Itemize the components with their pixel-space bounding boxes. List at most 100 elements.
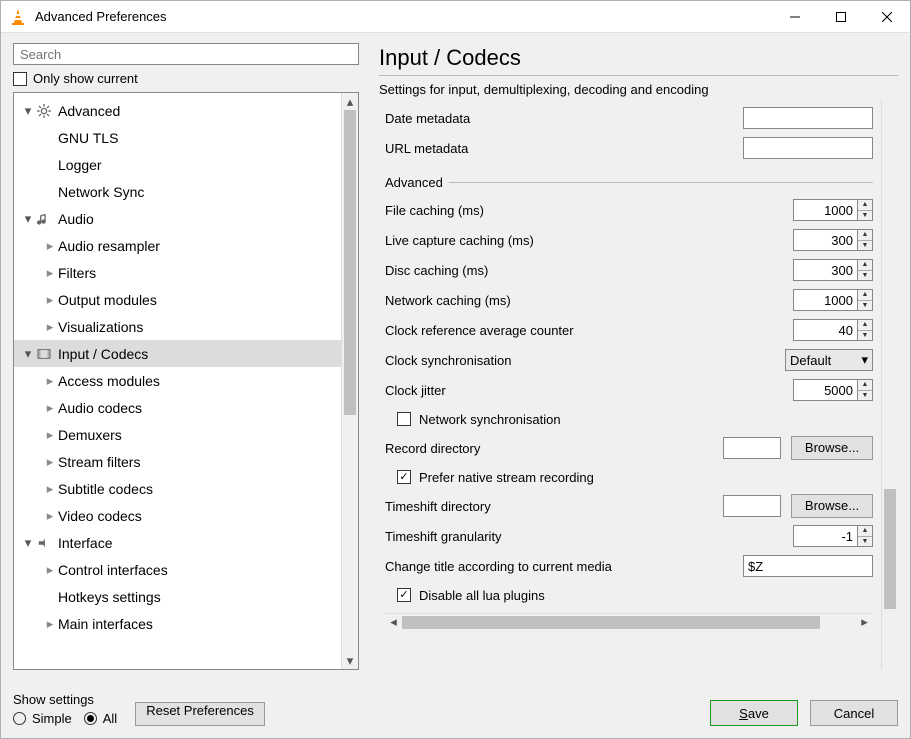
tree-item-audio-codecs[interactable]: ▸Audio codecs	[14, 394, 341, 421]
chevron-right-icon[interactable]: ▸	[42, 454, 58, 470]
clock-sync-select[interactable]: Default▾	[785, 349, 873, 371]
chevron-down-icon: ▾	[861, 352, 868, 368]
tree-item-audio[interactable]: ▾ Audio	[14, 205, 341, 232]
chevron-right-icon[interactable]: ▸	[42, 319, 58, 335]
tree-item-label: Access modules	[58, 373, 160, 389]
tree-item-hotkeys-settings[interactable]: Hotkeys settings	[14, 583, 341, 610]
scroll-left-icon[interactable]: ◂	[385, 614, 402, 631]
chevron-down-icon[interactable]: ▾	[20, 535, 36, 551]
clock-ref-avg-label: Clock reference average counter	[385, 323, 783, 338]
minimize-button[interactable]	[772, 1, 818, 33]
file-caching-spinner[interactable]: 1000▲▼	[793, 199, 873, 221]
tree-item-network-sync[interactable]: Network Sync	[14, 178, 341, 205]
timeshift-dir-browse-button[interactable]: Browse...	[791, 494, 873, 518]
all-radio[interactable]	[84, 712, 97, 725]
tree-item-video-codecs[interactable]: ▸Video codecs	[14, 502, 341, 529]
tree-item-advanced[interactable]: ▾Advanced	[14, 97, 341, 124]
scroll-right-icon[interactable]: ▸	[856, 614, 873, 631]
tree-item-label: Hotkeys settings	[58, 589, 161, 605]
url-metadata-label: URL metadata	[385, 141, 733, 156]
chevron-right-icon[interactable]: ▸	[42, 292, 58, 308]
tree-item-input-codecs[interactable]: ▾Input / Codecs	[14, 340, 341, 367]
clock-ref-avg-spinner[interactable]: 40▲▼	[793, 319, 873, 341]
tree-item-logger[interactable]: Logger	[14, 151, 341, 178]
tree-item-interface[interactable]: ▾Interface	[14, 529, 341, 556]
settings-hscrollbar[interactable]: ◂ ▸	[385, 613, 873, 630]
page-title: Input / Codecs	[379, 43, 898, 75]
tree-item-label: Visualizations	[58, 319, 143, 335]
scroll-thumb[interactable]	[344, 110, 356, 415]
close-button[interactable]	[864, 1, 910, 33]
tree-item-output-modules[interactable]: ▸Output modules	[14, 286, 341, 313]
disc-caching-spinner[interactable]: 300▲▼	[793, 259, 873, 281]
tree-item-stream-filters[interactable]: ▸Stream filters	[14, 448, 341, 475]
tree-item-label: Network Sync	[58, 184, 144, 200]
hscroll-thumb[interactable]	[402, 616, 820, 629]
tree-item-label: Audio	[58, 211, 94, 227]
tree-item-demuxers[interactable]: ▸Demuxers	[14, 421, 341, 448]
cancel-button[interactable]: Cancel	[810, 700, 898, 726]
codec-icon	[36, 346, 52, 362]
tree-item-visualizations[interactable]: ▸Visualizations	[14, 313, 341, 340]
change-title-input[interactable]	[743, 555, 873, 577]
reset-preferences-button[interactable]: Reset Preferences	[135, 702, 265, 726]
tree-item-gnu-tls[interactable]: GNU TLS	[14, 124, 341, 151]
chevron-down-icon[interactable]: ▾	[20, 103, 36, 119]
chevron-down-icon[interactable]: ▾	[20, 211, 36, 227]
tree-item-filters[interactable]: ▸Filters	[14, 259, 341, 286]
settings-panel: Input / Codecs Settings for input, demul…	[379, 43, 898, 670]
search-input[interactable]	[13, 43, 359, 65]
network-caching-spinner[interactable]: 1000▲▼	[793, 289, 873, 311]
disable-lua-label: Disable all lua plugins	[419, 588, 545, 603]
scroll-down-icon[interactable]: ▾	[342, 652, 358, 669]
tree-item-main-interfaces[interactable]: ▸Main interfaces	[14, 610, 341, 637]
settings-vscrollbar[interactable]	[881, 99, 898, 670]
chevron-right-icon[interactable]: ▸	[42, 265, 58, 281]
clock-jitter-spinner[interactable]: 5000▲▼	[793, 379, 873, 401]
chevron-right-icon[interactable]: ▸	[42, 238, 58, 254]
tree-item-label: GNU TLS	[58, 130, 118, 146]
chevron-right-icon[interactable]: ▸	[42, 373, 58, 389]
settings-vscroll-thumb[interactable]	[884, 489, 896, 609]
prefer-native-checkbox[interactable]	[397, 470, 411, 484]
gear-icon	[36, 103, 52, 119]
clock-sync-label: Clock synchronisation	[385, 353, 775, 368]
date-metadata-label: Date metadata	[385, 111, 733, 126]
chevron-right-icon[interactable]: ▸	[42, 508, 58, 524]
vlc-cone-icon	[9, 8, 27, 26]
only-show-current-checkbox[interactable]	[13, 72, 27, 86]
tree-item-control-interfaces[interactable]: ▸Control interfaces	[14, 556, 341, 583]
chevron-right-icon[interactable]: ▸	[42, 616, 58, 632]
live-caching-spinner[interactable]: 300▲▼	[793, 229, 873, 251]
network-sync-checkbox[interactable]	[397, 412, 411, 426]
tree-item-label: Audio codecs	[58, 400, 142, 416]
disable-lua-checkbox[interactable]	[397, 588, 411, 602]
simple-radio[interactable]	[13, 712, 26, 725]
save-button[interactable]: Save	[710, 700, 798, 726]
chevron-right-icon[interactable]: ▸	[42, 400, 58, 416]
scroll-up-icon[interactable]: ▴	[342, 93, 358, 110]
tree-scrollbar[interactable]: ▴ ▾	[341, 93, 358, 669]
chevron-down-icon[interactable]: ▾	[20, 346, 36, 362]
clock-jitter-label: Clock jitter	[385, 383, 783, 398]
maximize-button[interactable]	[818, 1, 864, 33]
record-dir-input[interactable]	[723, 437, 781, 459]
record-dir-browse-button[interactable]: Browse...	[791, 436, 873, 460]
chevron-right-icon[interactable]: ▸	[42, 427, 58, 443]
category-tree[interactable]: ▾Advanced GNU TLS Logger Network Sync ▾ Audio…	[14, 93, 341, 669]
chevron-right-icon[interactable]: ▸	[42, 481, 58, 497]
network-caching-label: Network caching (ms)	[385, 293, 783, 308]
timeshift-dir-input[interactable]	[723, 495, 781, 517]
url-metadata-input[interactable]	[743, 137, 873, 159]
chevron-right-icon[interactable]: ▸	[42, 562, 58, 578]
timeshift-gran-spinner[interactable]: -1▲▼	[793, 525, 873, 547]
date-metadata-input[interactable]	[743, 107, 873, 129]
divider	[379, 75, 898, 76]
tree-item-audio-resampler[interactable]: ▸Audio resampler	[14, 232, 341, 259]
tree-item-access-modules[interactable]: ▸Access modules	[14, 367, 341, 394]
tree-item-label: Subtitle codecs	[58, 481, 153, 497]
tree-item-subtitle-codecs[interactable]: ▸Subtitle codecs	[14, 475, 341, 502]
tree-item-label: Control interfaces	[58, 562, 168, 578]
tree-item-label: Stream filters	[58, 454, 140, 470]
advanced-group-header: Advanced	[385, 169, 873, 195]
